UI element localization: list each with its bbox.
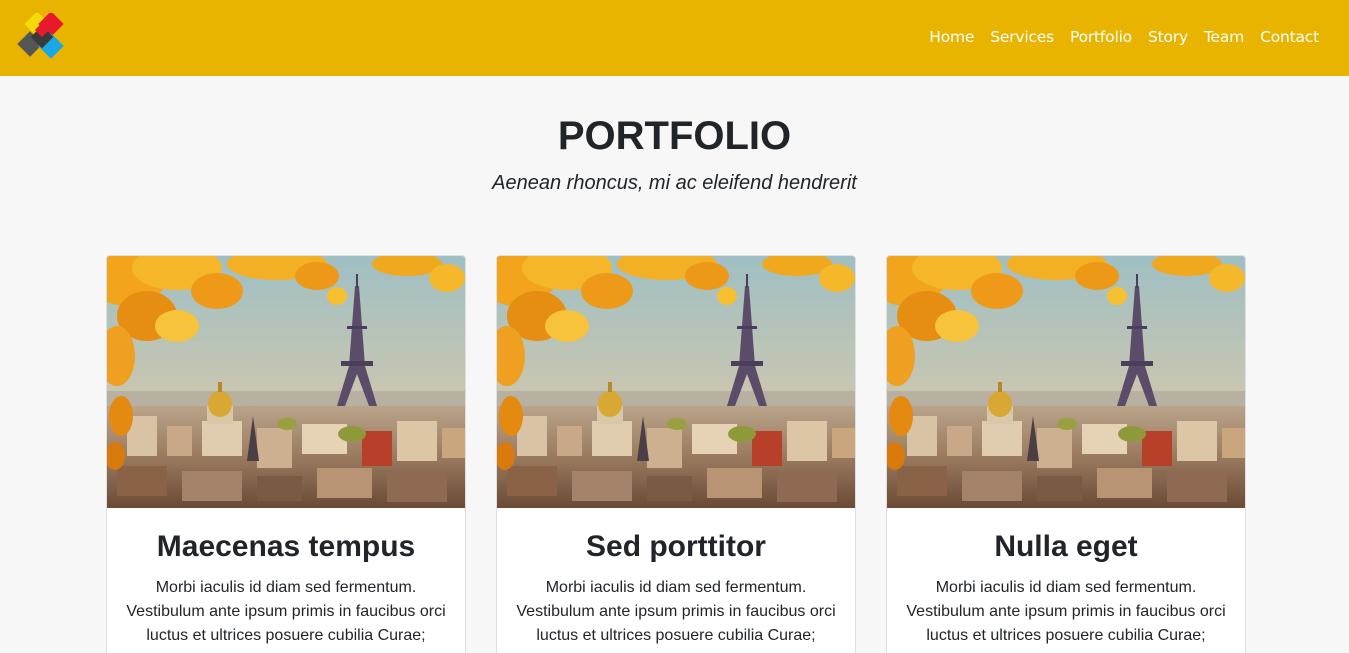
- portfolio-card[interactable]: Sed porttitor Morbi iaculis id diam sed …: [496, 255, 856, 653]
- section-title: PORTFOLIO: [557, 114, 792, 158]
- card-text: Morbi iaculis id diam sed fermentum. Ves…: [906, 579, 1226, 644]
- card-title: Nulla eget: [994, 530, 1138, 563]
- nav-link-services[interactable]: Services: [982, 27, 1062, 47]
- nav-link-portfolio[interactable]: Portfolio: [1062, 27, 1140, 47]
- card-title: Maecenas tempus: [156, 530, 416, 563]
- portfolio-card[interactable]: Nulla eget Morbi iaculis id diam sed fer…: [886, 255, 1246, 653]
- nav-link-team[interactable]: Team: [1196, 27, 1252, 47]
- portfolio-card[interactable]: Maecenas tempus Morbi iaculis id diam se…: [106, 255, 466, 653]
- card-title: Sed porttitor: [586, 530, 766, 563]
- card-text: Morbi iaculis id diam sed fermentum. Ves…: [516, 579, 836, 644]
- paris-eiffel-tower-autumn-photo[interactable]: [497, 256, 855, 508]
- main-nav: Home Services Portfolio Story Team Conta…: [921, 27, 1327, 47]
- paris-eiffel-tower-autumn-photo[interactable]: [887, 256, 1245, 508]
- nav-link-home[interactable]: Home: [921, 27, 982, 47]
- nav-link-contact[interactable]: Contact: [1252, 27, 1327, 47]
- navbar: Home Services Portfolio Story Team Conta…: [0, 0, 1349, 76]
- colored-squares-logo-icon[interactable]: [16, 11, 68, 65]
- paris-eiffel-tower-autumn-photo[interactable]: [107, 256, 465, 508]
- card-text: Morbi iaculis id diam sed fermentum. Ves…: [126, 579, 446, 644]
- nav-link-story[interactable]: Story: [1140, 27, 1196, 47]
- section-subtitle: Aenean rhoncus, mi ac eleifend hendrerit: [492, 172, 857, 194]
